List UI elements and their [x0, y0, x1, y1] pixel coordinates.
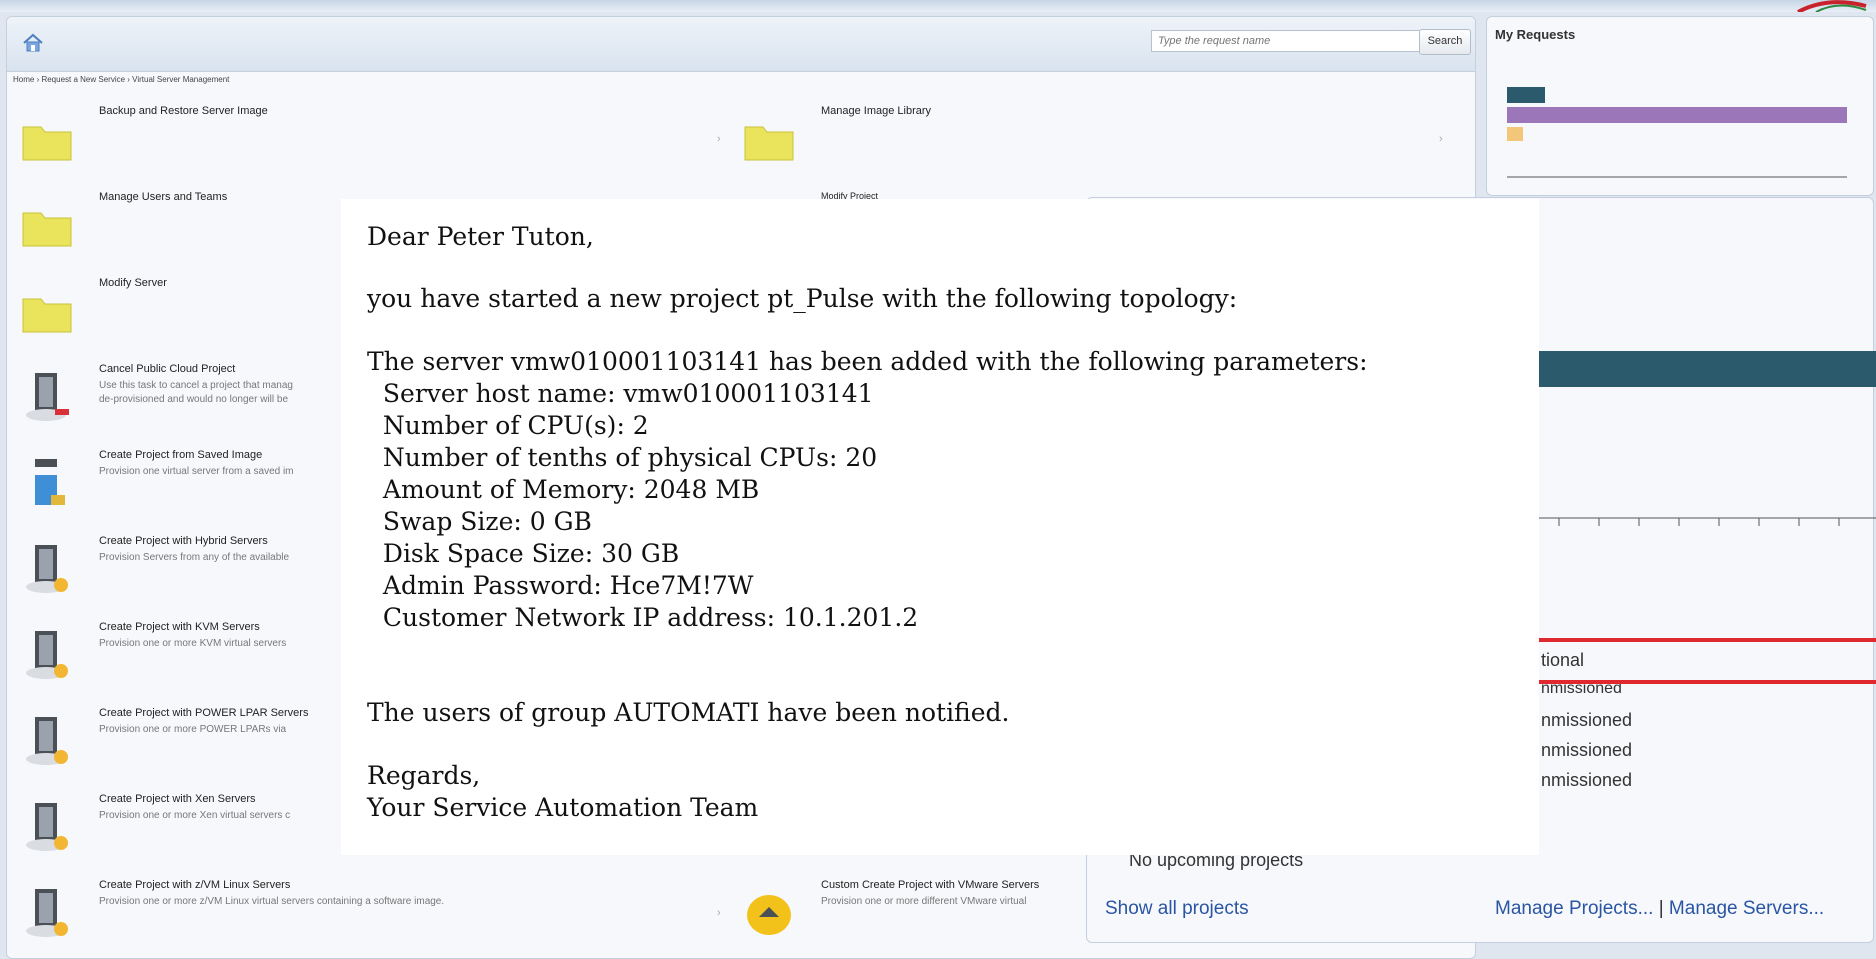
folder-icon: [22, 298, 72, 333]
task-description: Provision one or more POWER LPARs via: [99, 724, 287, 735]
task-description: Provision one or more KVM virtual server…: [99, 638, 287, 649]
email-param: Amount of Memory: 2048 MB: [367, 475, 760, 504]
task-title: Cancel Public Cloud Project: [99, 363, 236, 375]
email-line: The server vmw010001103141 has been adde…: [367, 347, 1368, 376]
task-title: Create Project from Saved Image: [99, 449, 263, 461]
custom-icon: [747, 895, 791, 935]
chevron-right-icon: ›: [717, 907, 721, 919]
brand-logo-icon: [1797, 0, 1867, 12]
email-line: you have started a new project pt_Pulse …: [367, 284, 1238, 313]
link-separator: |: [1658, 898, 1664, 919]
task-description: Provision Servers from any of the availa…: [99, 552, 290, 563]
chevron-right-icon: ›: [1439, 133, 1443, 145]
task-description: Provision one virtual server from a save…: [99, 466, 294, 477]
task-description: Provision one or more different VMware v…: [821, 896, 1027, 907]
task-title: Backup and Restore Server Image: [99, 105, 268, 117]
folder-icon: [22, 212, 72, 247]
email-greeting: Dear Peter Tuton,: [367, 222, 594, 251]
email-signoff: Regards,: [367, 761, 481, 790]
task-description: Use this task to cancel a project that m…: [99, 380, 293, 405]
projects-bar: [1539, 351, 1876, 387]
requests-chart: [1507, 87, 1847, 178]
task-title: Manage Users and Teams: [99, 191, 228, 203]
project-status-item[interactable]: nmissioned: [1541, 740, 1632, 761]
search-button[interactable]: Search: [1419, 29, 1471, 55]
task-manage-image-library[interactable]: Manage Image Library ›: [729, 105, 1449, 185]
email-param: Customer Network IP address: 10.1.201.2: [367, 603, 919, 632]
task-title: Manage Image Library: [821, 105, 932, 117]
email-signature: Your Service Automation Team: [367, 793, 759, 822]
server-icon: [26, 545, 68, 593]
email-param: Server host name: vmw010001103141: [367, 379, 874, 408]
task-create-zvm[interactable]: Create Project with z/VM Linux Servers P…: [7, 879, 727, 958]
server-icon: [26, 631, 68, 679]
task-title: Custom Create Project with VMware Server…: [821, 879, 1040, 891]
email-param: Admin Password: Hce7M!7W: [367, 571, 754, 600]
project-status-item[interactable]: nmissioned: [1541, 770, 1632, 791]
server-icon: [26, 373, 69, 421]
panel-title: My Requests: [1495, 27, 1576, 42]
server-icon: [26, 803, 68, 851]
email-param: Swap Size: 0 GB: [367, 507, 592, 536]
folder-icon: [744, 126, 794, 161]
top-strip: [0, 0, 1876, 12]
task-title: Modify Server: [99, 277, 167, 289]
server-icon: [26, 889, 68, 937]
server-image-icon: [35, 459, 65, 505]
email-param: Disk Space Size: 30 GB: [367, 539, 680, 568]
manage-servers-link[interactable]: Manage Servers...: [1669, 898, 1824, 919]
chevron-right-icon: ›: [717, 133, 721, 145]
server-icon: [26, 717, 68, 765]
task-description: Provision one or more z/VM Linux virtual…: [99, 896, 445, 907]
projects-footer-links: Manage Projects... | Manage Servers...: [1495, 898, 1824, 920]
my-requests-panel: My Requests: [1486, 16, 1874, 196]
folder-icon: [22, 126, 72, 161]
project-status-item[interactable]: nmissioned: [1541, 710, 1632, 731]
email-param: Number of CPU(s): 2: [367, 411, 649, 440]
task-title: Create Project with z/VM Linux Servers: [99, 879, 291, 891]
task-title: Create Project with Hybrid Servers: [99, 535, 268, 547]
projects-axis: [1539, 517, 1876, 526]
request-search-input[interactable]: [1151, 30, 1423, 52]
breadcrumb: Home › Request a New Service › Virtual S…: [13, 75, 230, 84]
catalog-toolbar: Search: [7, 17, 1475, 72]
task-title: Create Project with Xen Servers: [99, 793, 256, 805]
highlight-box: [1527, 638, 1876, 684]
home-icon[interactable]: [21, 31, 45, 55]
show-all-projects-link[interactable]: Show all projects: [1105, 898, 1249, 920]
task-description: Provision one or more Xen virtual server…: [99, 810, 291, 821]
task-title: Create Project with POWER LPAR Servers: [99, 707, 309, 719]
manage-projects-link[interactable]: Manage Projects...: [1495, 898, 1653, 919]
email-line: The users of group AUTOMATI have been no…: [367, 698, 1010, 727]
email-param: Number of tenths of physical CPUs: 20: [367, 443, 878, 472]
task-backup-restore[interactable]: Backup and Restore Server Image ›: [7, 105, 727, 185]
email-notification: Dear Peter Tuton, you have started a new…: [341, 199, 1539, 855]
task-title: Create Project with KVM Servers: [99, 621, 260, 633]
